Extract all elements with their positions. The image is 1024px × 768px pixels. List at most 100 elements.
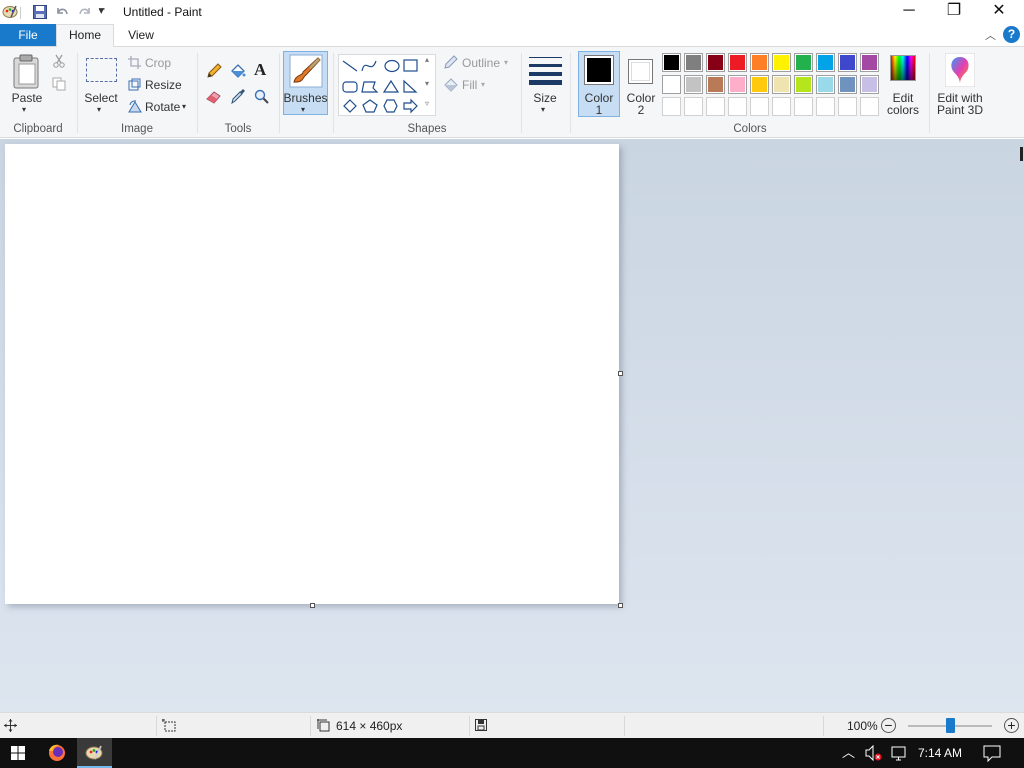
color-picker-icon[interactable] — [231, 88, 246, 107]
custom-color-slot[interactable] — [816, 97, 835, 116]
right-triangle-shape-icon[interactable] — [403, 79, 418, 93]
palette-swatch[interactable] — [772, 75, 791, 94]
palette-swatch[interactable] — [838, 53, 857, 72]
palette-swatch[interactable] — [728, 75, 747, 94]
palette-swatch[interactable] — [772, 53, 791, 72]
tab-file[interactable]: File — [0, 24, 56, 46]
palette-swatch[interactable] — [750, 53, 769, 72]
eraser-icon[interactable] — [206, 90, 222, 107]
diamond-shape-icon[interactable] — [343, 99, 357, 113]
custom-color-slot[interactable] — [728, 97, 747, 116]
outline-button[interactable]: Outline — [462, 56, 500, 70]
custom-color-slot[interactable] — [684, 97, 703, 116]
resize-icon[interactable] — [128, 78, 141, 94]
rounded-rectangle-shape-icon[interactable] — [342, 81, 358, 93]
redo-icon[interactable] — [77, 4, 93, 23]
custom-color-slot[interactable] — [860, 97, 879, 116]
paste-dropdown-icon[interactable]: ▾ — [22, 105, 26, 114]
canvas-resize-handle-right[interactable] — [618, 371, 623, 376]
size-dropdown-icon[interactable]: ▾ — [541, 105, 545, 114]
palette-swatch[interactable] — [662, 53, 681, 72]
magnifier-icon[interactable] — [254, 89, 269, 107]
zoom-slider-thumb[interactable] — [946, 718, 955, 733]
triangle-shape-icon[interactable] — [382, 79, 400, 93]
firefox-taskbar-icon[interactable] — [41, 738, 73, 768]
custom-color-slot[interactable] — [750, 97, 769, 116]
minimize-button[interactable]: ─ — [886, 0, 932, 24]
clock-time[interactable]: 7:14 AM — [914, 738, 966, 768]
paint-taskbar-icon[interactable] — [77, 738, 112, 768]
cut-icon[interactable] — [52, 54, 66, 71]
show-hidden-icons-icon[interactable]: ︿ — [842, 738, 858, 768]
custom-color-slot[interactable] — [772, 97, 791, 116]
text-tool-icon[interactable]: A — [254, 60, 266, 80]
palette-swatch[interactable] — [728, 53, 747, 72]
palette-swatch[interactable] — [816, 53, 835, 72]
canvas-resize-handle-bottom[interactable] — [310, 603, 315, 608]
custom-color-slot[interactable] — [706, 97, 725, 116]
paint-app-icon[interactable] — [2, 3, 18, 22]
custom-color-slot[interactable] — [662, 97, 681, 116]
crop-button[interactable]: Crop — [145, 56, 171, 70]
palette-swatch[interactable] — [794, 53, 813, 72]
rotate-icon[interactable] — [128, 100, 142, 116]
palette-swatch[interactable] — [860, 75, 879, 94]
zoom-in-icon[interactable]: + — [1004, 718, 1019, 733]
palette-swatch[interactable] — [684, 75, 703, 94]
fill-icon[interactable] — [443, 77, 459, 95]
palette-swatch[interactable] — [838, 75, 857, 94]
oval-shape-icon[interactable] — [384, 59, 400, 73]
fill-dropdown-icon[interactable]: ▾ — [481, 80, 485, 89]
customize-qat-icon[interactable]: ━ ▾ — [99, 4, 104, 26]
palette-swatch[interactable] — [816, 75, 835, 94]
line-shape-icon[interactable] — [342, 60, 358, 72]
canvas-resize-handle-corner[interactable] — [618, 603, 623, 608]
paste-icon[interactable] — [12, 54, 42, 93]
tab-view[interactable]: View — [118, 24, 164, 46]
volume-muted-icon[interactable] — [864, 738, 882, 768]
resize-button[interactable]: Resize — [145, 78, 182, 92]
fill-bucket-icon[interactable] — [229, 63, 246, 82]
curve-shape-icon[interactable] — [361, 60, 377, 72]
hexagon-shape-icon[interactable] — [383, 99, 398, 113]
action-center-icon[interactable] — [980, 738, 1004, 768]
collapse-ribbon-icon[interactable]: ︿ — [985, 27, 996, 43]
palette-swatch[interactable] — [860, 53, 879, 72]
shapes-scroll-up-icon[interactable]: ▴ — [425, 55, 429, 64]
select-dropdown-icon[interactable]: ▾ — [97, 105, 101, 114]
outline-icon[interactable] — [443, 55, 458, 73]
palette-swatch[interactable] — [662, 75, 681, 94]
shapes-expand-icon[interactable]: ▿ — [425, 99, 429, 108]
shapes-scroll-down-icon[interactable]: ▾ — [425, 79, 429, 88]
custom-color-slot[interactable] — [838, 97, 857, 116]
help-icon[interactable]: ? — [1003, 26, 1020, 43]
fill-button[interactable]: Fill — [462, 78, 477, 92]
right-arrow-shape-icon[interactable] — [403, 98, 418, 114]
palette-swatch[interactable] — [706, 75, 725, 94]
paste-button[interactable]: Paste — [8, 91, 46, 105]
color2-swatch[interactable] — [628, 59, 653, 84]
select-button[interactable]: Select — [82, 91, 120, 105]
brushes-dropdown-icon[interactable]: ▾ — [301, 105, 305, 114]
palette-swatch[interactable] — [750, 75, 769, 94]
crop-icon[interactable] — [128, 56, 141, 72]
rectangle-shape-icon[interactable] — [403, 59, 418, 72]
select-icon[interactable] — [86, 58, 117, 82]
close-button[interactable]: ✕ — [976, 0, 1022, 24]
restore-button[interactable]: ❐ — [931, 0, 977, 24]
outline-dropdown-icon[interactable]: ▾ — [504, 58, 508, 67]
size-icon[interactable] — [529, 55, 562, 88]
pentagon-shape-icon[interactable] — [362, 99, 378, 113]
pencil-icon[interactable] — [206, 63, 222, 82]
rotate-button[interactable]: Rotate — [145, 100, 180, 114]
copy-icon[interactable] — [52, 77, 66, 94]
paint3d-icon[interactable] — [944, 52, 976, 90]
start-button[interactable] — [0, 738, 36, 768]
polygon-shape-icon[interactable] — [361, 81, 379, 93]
tab-home[interactable]: Home — [56, 24, 114, 47]
size-button[interactable]: Size — [525, 91, 565, 105]
network-icon[interactable] — [889, 738, 909, 768]
edit-colors-icon[interactable] — [890, 55, 916, 81]
custom-color-slot[interactable] — [794, 97, 813, 116]
color1-swatch[interactable] — [584, 55, 614, 85]
